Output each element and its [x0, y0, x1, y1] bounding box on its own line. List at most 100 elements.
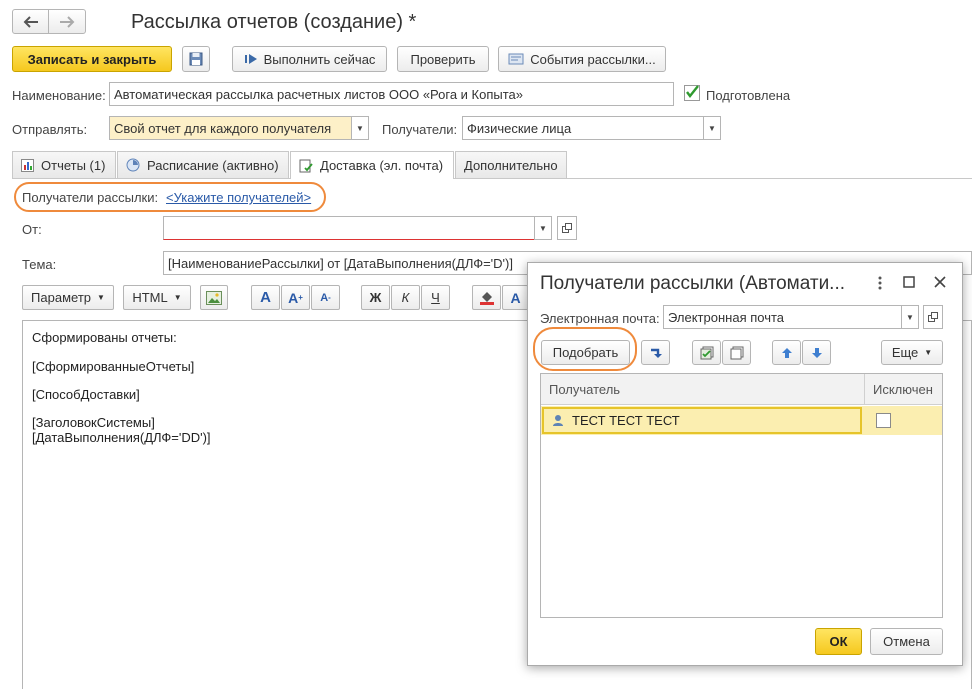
insert-image-button[interactable]	[200, 285, 228, 310]
decrease-marker: -	[328, 293, 331, 302]
person-icon	[553, 415, 563, 426]
uncheck-all-button[interactable]	[722, 340, 751, 365]
dialog-menu-button[interactable]	[874, 275, 886, 291]
dialog-maximize-button[interactable]	[903, 276, 917, 290]
open-window-icon	[928, 312, 938, 322]
dialog-title: Получатели рассылки (Автомати...	[540, 273, 846, 294]
name-field[interactable]: Автоматическая рассылка расчетных листов…	[109, 82, 674, 106]
editor-line: [ЗаголовокСистемы]	[32, 415, 155, 430]
fill-color-button[interactable]	[472, 285, 501, 310]
check-button[interactable]: Проверить	[397, 46, 489, 72]
arrow-left-icon	[23, 15, 38, 28]
bold-button[interactable]: Ж	[361, 285, 390, 310]
tab-additional[interactable]: Дополнительно	[455, 151, 567, 178]
arrow-down-icon	[811, 347, 822, 358]
excluded-checkbox[interactable]	[876, 413, 891, 428]
table-row[interactable]: ТЕСТ ТЕСТ ТЕСТ	[541, 406, 942, 435]
recipients-type-label: Получатели:	[382, 122, 458, 137]
tab-reports-label: Отчеты (1)	[41, 157, 106, 173]
from-open-button[interactable]	[557, 216, 577, 240]
delivery-icon	[299, 159, 313, 172]
maximize-icon	[903, 276, 915, 288]
col-excluded-header[interactable]: Исключен	[873, 382, 933, 397]
name-label: Наименование:	[12, 88, 106, 103]
tabs-baseline	[12, 178, 972, 179]
schedule-icon	[126, 158, 140, 172]
delivery-recipients-label: Получатели рассылки:	[22, 190, 159, 205]
recipients-type-select[interactable]: Физические лица	[462, 116, 704, 140]
parameter-label: Параметр	[31, 290, 92, 305]
email-type-select[interactable]: Электронная почта	[663, 305, 908, 329]
italic-button[interactable]: К	[391, 285, 420, 310]
underline-button[interactable]: Ч	[421, 285, 450, 310]
cancel-button[interactable]: Отмена	[870, 628, 943, 655]
send-label: Отправлять:	[12, 122, 88, 137]
prepared-checkbox[interactable]	[684, 85, 700, 101]
font-increase-button[interactable]: A +	[281, 285, 310, 310]
recipients-table: Получатель Исключен ТЕСТ ТЕСТ ТЕСТ	[540, 373, 943, 618]
run-now-label: Выполнить сейчас	[263, 51, 376, 67]
tab-delivery-label: Доставка (эл. почта)	[320, 158, 444, 173]
move-down-into-button[interactable]	[641, 340, 670, 365]
save-close-button[interactable]: Записать и закрыть	[12, 46, 172, 72]
events-button[interactable]: События рассылки...	[498, 46, 666, 72]
tab-reports[interactable]: Отчеты (1)	[12, 151, 116, 178]
editor-line: [СформированныеОтчеты]	[32, 359, 195, 374]
text-color-button[interactable]: A	[502, 285, 528, 310]
increase-marker: +	[298, 293, 303, 302]
arrow-up-icon	[781, 347, 792, 358]
send-mode-dropdown[interactable]: ▼	[351, 116, 369, 140]
move-down-button[interactable]	[802, 340, 831, 365]
nav-group	[12, 9, 86, 34]
back-button[interactable]	[13, 10, 50, 33]
editor-line: [ДатаВыполнения(ДЛФ='DD')]	[32, 430, 211, 445]
events-icon	[508, 53, 524, 65]
table-header: Получатель Исключен	[541, 374, 942, 405]
font-decrease-button[interactable]: A-	[311, 285, 340, 310]
forward-button[interactable]	[49, 10, 85, 33]
recipient-name: ТЕСТ ТЕСТ ТЕСТ	[572, 413, 680, 428]
more-vertical-icon	[878, 276, 882, 290]
specify-recipients-link[interactable]: <Укажите получателей>	[166, 190, 311, 205]
save-button[interactable]	[182, 46, 210, 72]
pick-button[interactable]: Подобрать	[541, 340, 630, 365]
floppy-icon	[189, 52, 203, 66]
subject-label: Тема:	[22, 257, 57, 272]
editor-line: Сформированы отчеты:	[32, 330, 177, 345]
check-all-icon	[700, 346, 713, 359]
check-all-button[interactable]	[692, 340, 721, 365]
dialog-close-button[interactable]	[933, 275, 949, 291]
html-label: HTML	[132, 290, 168, 305]
tab-delivery[interactable]: Доставка (эл. почта)	[290, 151, 454, 179]
html-button[interactable]: HTML ▼	[123, 285, 191, 310]
recipient-cell[interactable]: ТЕСТ ТЕСТ ТЕСТ	[542, 407, 862, 434]
play-icon	[244, 54, 257, 64]
open-window-icon	[562, 223, 572, 233]
email-type-dropdown[interactable]: ▼	[901, 305, 919, 329]
send-mode-select[interactable]: Свой отчет для каждого получателя	[109, 116, 352, 140]
tab-schedule[interactable]: Расписание (активно)	[117, 151, 289, 178]
parameter-dropdown-icon: ▼	[97, 293, 105, 302]
ok-button[interactable]: ОК	[815, 628, 862, 655]
move-up-button[interactable]	[772, 340, 801, 365]
uncheck-all-icon	[730, 346, 743, 359]
recipients-type-dropdown[interactable]: ▼	[703, 116, 721, 140]
checkmark-icon	[686, 85, 699, 98]
col-recipient-header[interactable]: Получатель	[549, 382, 620, 397]
more-button[interactable]: Еще ▼	[881, 340, 943, 365]
font-style-button[interactable]: A	[251, 285, 280, 310]
more-label: Еще	[891, 345, 919, 360]
from-field[interactable]	[163, 216, 535, 240]
paint-bucket-icon	[479, 291, 494, 305]
email-label: Электронная почта:	[540, 311, 660, 326]
more-dropdown-icon: ▼	[924, 348, 933, 357]
tab-additional-label: Дополнительно	[464, 157, 558, 173]
events-label: События рассылки...	[530, 51, 656, 67]
html-dropdown-icon: ▼	[173, 293, 182, 302]
run-now-button[interactable]: Выполнить сейчас	[232, 46, 387, 72]
email-type-open-button[interactable]	[923, 305, 943, 329]
from-dropdown[interactable]: ▼	[534, 216, 552, 240]
parameter-button[interactable]: Параметр ▼	[22, 285, 114, 310]
col-divider	[864, 374, 865, 405]
editor-line: [СпособДоставки]	[32, 387, 140, 402]
